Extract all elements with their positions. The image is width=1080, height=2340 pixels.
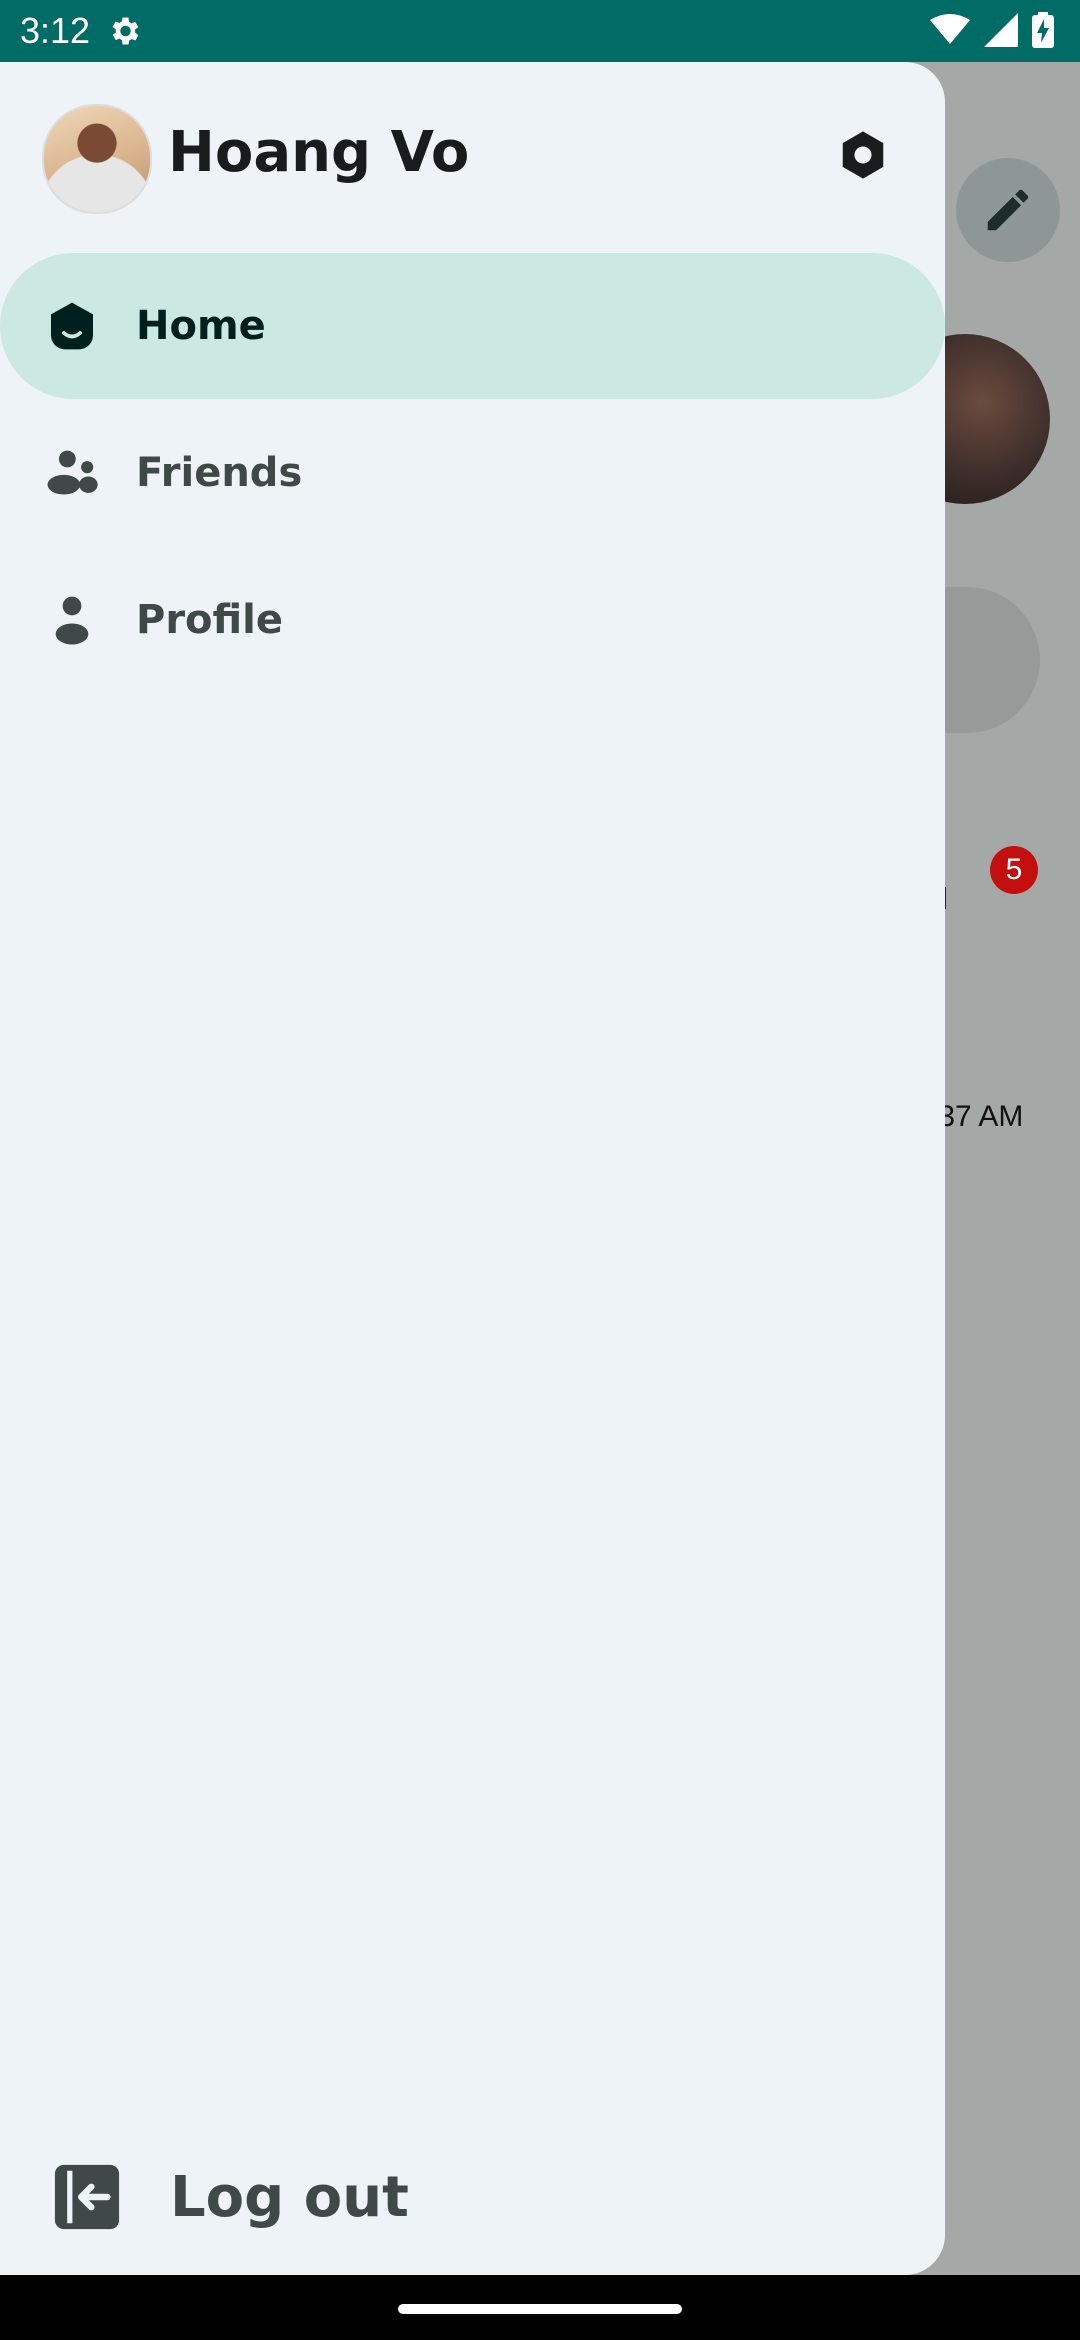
user-name: Hoang Vo <box>168 120 470 185</box>
logout-button[interactable]: Log out <box>52 2162 409 2232</box>
status-time: 3:12 <box>20 10 91 51</box>
drawer-item-profile[interactable]: Profile <box>0 547 945 693</box>
drawer-item-label: Friends <box>136 450 303 496</box>
system-navigation-bar <box>0 2275 1080 2340</box>
drawer-item-label: Home <box>136 303 266 349</box>
status-right-icons <box>930 12 1054 48</box>
drawer-item-home[interactable]: Home <box>0 253 945 399</box>
wifi-icon <box>930 14 970 44</box>
home-indicator[interactable] <box>398 2304 682 2314</box>
logout-label: Log out <box>170 2164 409 2230</box>
home-icon <box>51 302 93 350</box>
unread-badge: 5 <box>990 846 1038 894</box>
navigation-drawer: Hoang Vo Home Friends Profile Log out <box>0 62 945 2275</box>
signal-icon <box>984 13 1018 47</box>
pencil-icon <box>987 189 1029 231</box>
drawer-item-friends[interactable]: Friends <box>0 400 945 546</box>
user-avatar[interactable] <box>42 104 152 214</box>
battery-charging-icon <box>1032 12 1054 48</box>
drawer-item-label: Profile <box>136 597 284 643</box>
logout-icon <box>54 2164 120 2230</box>
status-bar: 3:12 <box>0 0 1080 62</box>
settings-hexagon-icon[interactable] <box>836 128 890 182</box>
person-icon <box>55 596 89 645</box>
compose-fab[interactable] <box>956 158 1060 262</box>
people-icon <box>47 450 98 495</box>
settings-gear-icon <box>112 17 139 45</box>
